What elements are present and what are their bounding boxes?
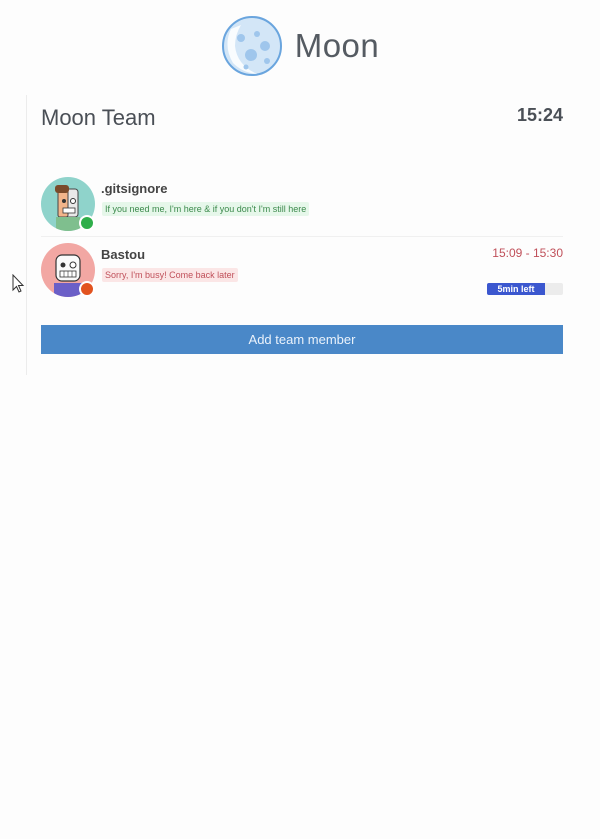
busy-time-range: 15:09 - 15:30 bbox=[492, 246, 563, 260]
current-time: 15:24 bbox=[516, 105, 563, 125]
page: Moon Moon Team 15:24 .gitsignore If you … bbox=[0, 0, 600, 839]
team-panel: Moon Team 15:24 .gitsignore If you need … bbox=[26, 95, 577, 375]
mouse-cursor-icon bbox=[12, 274, 25, 293]
add-team-member-button[interactable]: Add team member bbox=[41, 325, 563, 354]
member-name: Bastou bbox=[101, 247, 146, 262]
app-name: Moon bbox=[294, 27, 380, 64]
team-member-row[interactable]: .gitsignore If you need me, I'm here & i… bbox=[41, 175, 563, 233]
moon-logo-icon bbox=[221, 16, 282, 76]
time-left-progress-bar: 5min left bbox=[487, 283, 563, 295]
status-available-dot bbox=[79, 215, 95, 231]
member-name: .gitsignore bbox=[101, 181, 168, 196]
app-header: Moon bbox=[0, 12, 600, 80]
member-status-message: Sorry, I'm busy! Come back later bbox=[102, 268, 238, 282]
panel-header: Moon Team 15:24 bbox=[41, 103, 563, 137]
team-member-row[interactable]: Bastou Sorry, I'm busy! Come back later … bbox=[41, 241, 563, 299]
time-left-label: 5min left bbox=[497, 284, 535, 294]
member-status-message: If you need me, I'm here & if you don't … bbox=[102, 202, 310, 216]
team-title: Moon Team bbox=[41, 105, 156, 130]
status-busy-dot bbox=[79, 281, 95, 297]
divider bbox=[41, 236, 563, 237]
